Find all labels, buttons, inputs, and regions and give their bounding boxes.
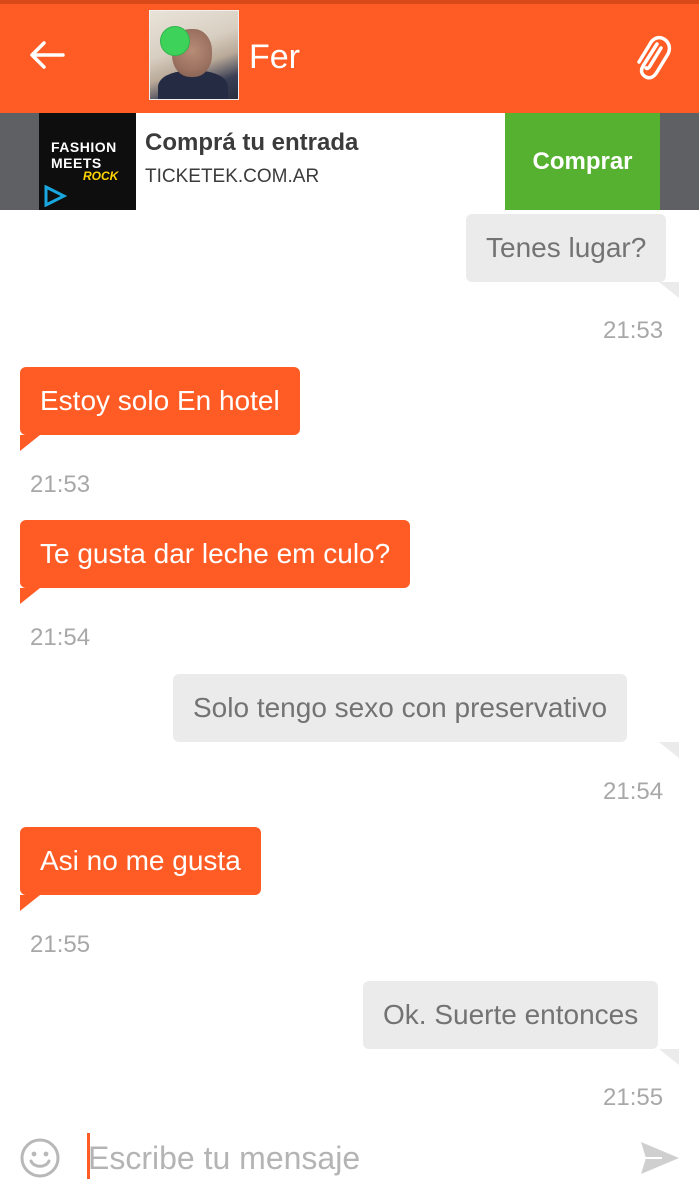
message-text: Asi no me gusta xyxy=(40,845,241,876)
contact-avatar[interactable] xyxy=(149,10,239,100)
message-bubble-outgoing[interactable]: Solo tengo sexo con preservativo xyxy=(173,674,628,742)
message-bubble-incoming[interactable]: Te gusta dar leche em culo? xyxy=(20,520,411,588)
message-bubble-outgoing[interactable]: Ok. Suerte entonces xyxy=(363,981,659,1049)
ad-play-icon xyxy=(44,185,67,207)
contact-name[interactable]: Fer xyxy=(249,38,300,77)
message-time: 21:53 xyxy=(30,471,91,498)
ad-title[interactable]: Comprá tu entrada xyxy=(145,129,358,157)
back-button[interactable] xyxy=(22,30,72,80)
bubble-tail xyxy=(659,742,679,758)
message-time: 21:55 xyxy=(30,931,91,958)
bubble-tail xyxy=(20,588,40,604)
message-text: Te gusta dar leche em culo? xyxy=(40,538,391,569)
message-time: 21:55 xyxy=(603,1084,664,1111)
message-input[interactable] xyxy=(88,1135,608,1181)
paperclip-icon xyxy=(637,35,672,80)
arrow-left-icon xyxy=(30,41,65,69)
send-icon xyxy=(641,1142,679,1174)
chat-screen: Fer FASHION MEETS ROCK Comprá tu entrada… xyxy=(0,0,699,1200)
message-time: 21:54 xyxy=(30,624,91,651)
attach-button[interactable] xyxy=(627,30,677,84)
message-text: Tenes lugar? xyxy=(486,232,647,263)
message-bubble-incoming[interactable]: Asi no me gusta xyxy=(20,827,261,895)
ad-logo-line1: FASHION xyxy=(51,139,117,155)
message-time: 21:54 xyxy=(603,778,664,805)
message-time: 21:53 xyxy=(603,317,664,344)
ad-logo: FASHION MEETS ROCK xyxy=(39,113,136,210)
bubble-tail xyxy=(20,435,40,451)
bubble-tail xyxy=(659,282,679,298)
app-header xyxy=(0,4,699,113)
send-button[interactable] xyxy=(638,1138,682,1178)
ad-subtitle: TICKETEK.COM.AR xyxy=(145,166,320,187)
ad-buy-button[interactable]: Comprar xyxy=(505,113,660,210)
message-text: Solo tengo sexo con preservativo xyxy=(193,692,608,723)
emoji-icon xyxy=(20,1138,60,1178)
message-text: Estoy solo En hotel xyxy=(40,385,280,416)
bubble-tail xyxy=(20,895,40,911)
online-status-dot xyxy=(160,26,190,56)
ad-logo-line3: ROCK xyxy=(83,169,119,183)
emoji-button[interactable] xyxy=(18,1136,62,1180)
bubble-tail xyxy=(659,1049,679,1065)
message-text: Ok. Suerte entonces xyxy=(383,999,639,1030)
message-bubble-outgoing[interactable]: Tenes lugar? xyxy=(466,214,667,282)
message-bubble-incoming[interactable]: Estoy solo En hotel xyxy=(20,367,300,435)
